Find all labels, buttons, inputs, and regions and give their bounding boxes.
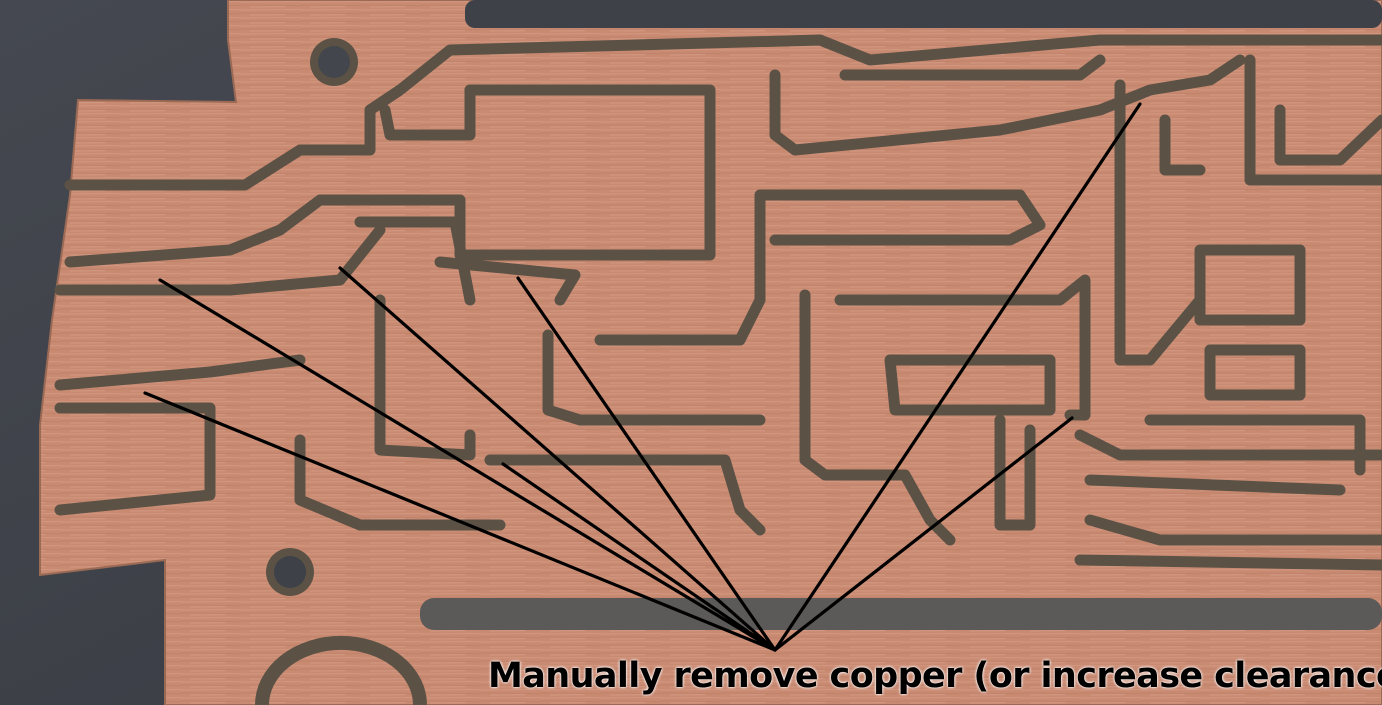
slot-top [465,0,1382,28]
slot-bottom [420,598,1382,630]
pcb-photo-annotation: Manually remove copper (or increase clea… [0,0,1382,705]
mounting-hole-top-inner [318,46,350,78]
pcb-photo [0,0,1382,705]
mounting-hole-bottom-inner [274,556,306,588]
annotation-label: Manually remove copper (or increase clea… [488,656,1382,696]
